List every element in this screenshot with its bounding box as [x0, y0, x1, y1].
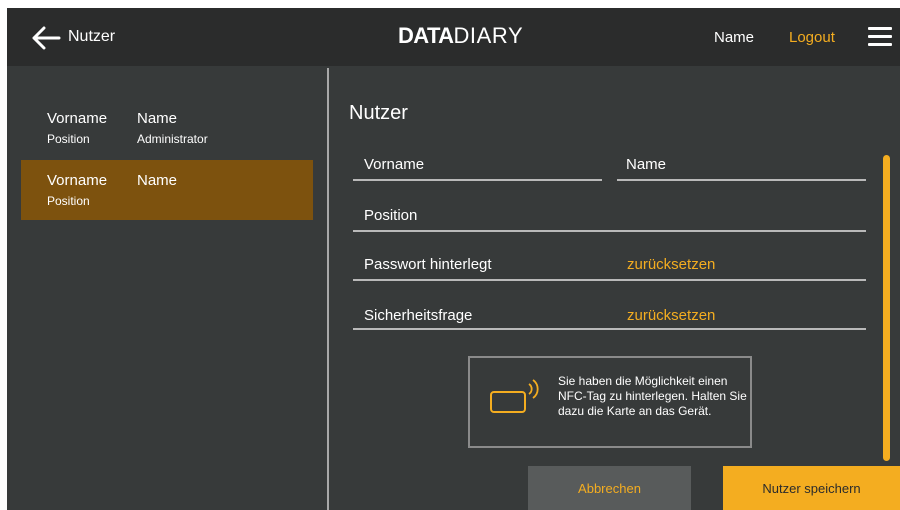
security-question-underline [353, 328, 866, 330]
nfc-info-text: Sie haben die Möglichkeit einen NFC-Tag … [558, 374, 747, 418]
back-button[interactable] [31, 26, 61, 50]
password-label: Passwort hinterlegt [364, 256, 492, 273]
user-last-name: Name [137, 172, 178, 189]
logo-thin-text: DIARY [453, 23, 524, 48]
user-position: Position [47, 132, 90, 146]
top-bar: Nutzer DATADIARY Name Logout [7, 8, 900, 66]
hamburger-menu-icon[interactable] [868, 26, 892, 46]
password-underline [353, 279, 866, 281]
user-first-name: Vorname [47, 172, 108, 189]
user-list-item[interactable]: Vorname Name Position Administrator [21, 98, 313, 158]
page-title: Nutzer [68, 28, 116, 45]
app-window: Nutzer DATADIARY Name Logout Vorname Nam… [7, 8, 900, 510]
form-scrollbar[interactable] [883, 155, 890, 461]
arrow-left-icon [32, 26, 61, 50]
user-first-name: Vorname [47, 110, 108, 127]
cancel-button[interactable]: Abbrechen [528, 466, 691, 510]
last-name-field[interactable]: Name [626, 156, 666, 173]
first-name-underline [353, 179, 602, 181]
current-user-name: Name [714, 29, 755, 46]
panel-divider [327, 68, 329, 510]
logo-bold-text: DATA [398, 23, 454, 48]
user-role: Administrator [137, 132, 208, 146]
user-position: Position [47, 194, 90, 208]
save-user-button[interactable]: Nutzer speichern [723, 466, 900, 510]
security-question-label: Sicherheitsfrage [364, 307, 473, 324]
nfc-card-icon [490, 379, 539, 413]
nfc-info-box: Sie haben die Möglichkeit einen NFC-Tag … [468, 356, 752, 448]
first-name-field[interactable]: Vorname [364, 156, 424, 173]
position-field[interactable]: Position [364, 207, 417, 224]
password-reset-link[interactable]: zurücksetzen [627, 256, 715, 273]
form-title: Nutzer [349, 102, 408, 124]
user-list-item-selected[interactable]: Vorname Name Position [21, 160, 313, 220]
position-underline [353, 230, 866, 232]
security-question-reset-link[interactable]: zurücksetzen [627, 307, 715, 324]
app-logo: DATADIARY [398, 23, 523, 49]
logout-link[interactable]: Logout [789, 29, 835, 46]
last-name-underline [617, 179, 866, 181]
user-last-name: Name [137, 110, 178, 127]
